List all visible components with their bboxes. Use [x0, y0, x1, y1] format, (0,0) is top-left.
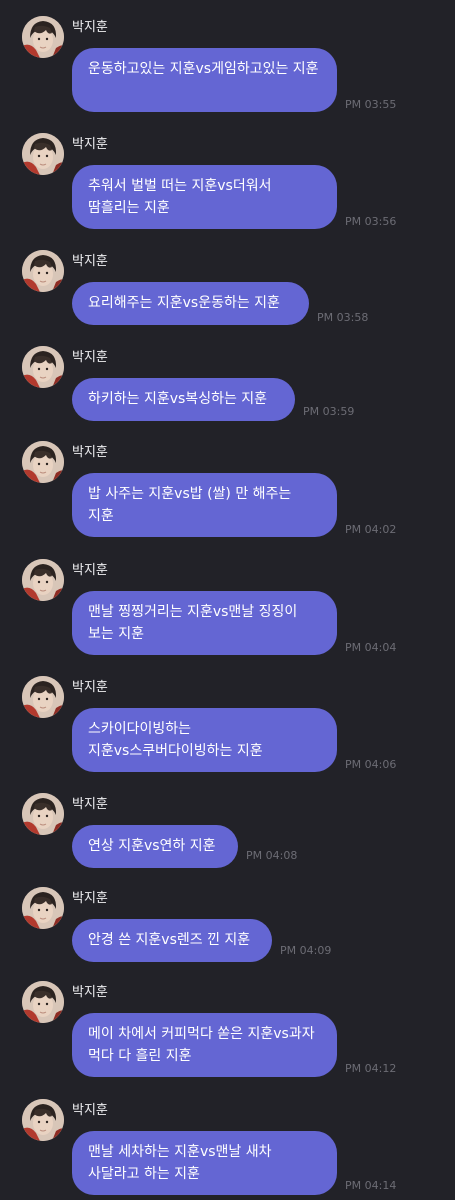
message-time: PM 04:09	[280, 944, 332, 957]
sender-name: 박지훈	[72, 20, 108, 35]
message-time: PM 03:59	[303, 405, 355, 418]
chat-message-list[interactable]: 박지훈 운동하고있는 지훈vs게임하고있는 지훈 PM 03:55 박지훈 추워…	[0, 0, 455, 1200]
avatar[interactable]	[22, 887, 64, 929]
message-bubble[interactable]: 추워서 벌벌 떠는 지훈vs더워서 땀흘리는 지훈	[72, 165, 337, 229]
avatar[interactable]	[22, 793, 64, 835]
sender-name: 박지훈	[72, 985, 108, 1000]
message-time: PM 04:08	[246, 849, 298, 862]
sender-name: 박지훈	[72, 254, 108, 269]
message-bubble[interactable]: 맨날 세차하는 지훈vs맨날 새차 사달라고 하는 지훈	[72, 1131, 337, 1195]
avatar[interactable]	[22, 133, 64, 175]
avatar[interactable]	[22, 250, 64, 292]
sender-name: 박지훈	[72, 445, 108, 460]
message-bubble[interactable]: 메이 차에서 커피먹다 쏟은 지훈vs과자 먹다 다 흘린 지훈	[72, 1013, 337, 1077]
sender-name: 박지훈	[72, 797, 108, 812]
sender-name: 박지훈	[72, 891, 108, 906]
message-bubble[interactable]: 운동하고있는 지훈vs게임하고있는 지훈	[72, 48, 337, 112]
sender-name: 박지훈	[72, 1103, 108, 1118]
message-bubble[interactable]: 밥 사주는 지훈vs밥 (쌀) 만 해주는 지훈	[72, 473, 337, 537]
message-time: PM 04:12	[345, 1062, 397, 1075]
message-time: PM 03:56	[345, 215, 397, 228]
sender-name: 박지훈	[72, 350, 108, 365]
message-time: PM 04:04	[345, 641, 397, 654]
avatar[interactable]	[22, 441, 64, 483]
message-bubble[interactable]: 하키하는 지훈vs복싱하는 지훈	[72, 378, 295, 421]
message-time: PM 04:02	[345, 523, 397, 536]
message-time: PM 04:06	[345, 758, 397, 771]
sender-name: 박지훈	[72, 563, 108, 578]
message-bubble[interactable]: 스카이다이빙하는 지훈vs스쿠버다이빙하는 지훈	[72, 708, 337, 772]
avatar[interactable]	[22, 16, 64, 58]
message-bubble[interactable]: 요리해주는 지훈vs운동하는 지훈	[72, 282, 309, 325]
avatar[interactable]	[22, 981, 64, 1023]
message-time: PM 04:14	[345, 1179, 397, 1192]
avatar[interactable]	[22, 559, 64, 601]
avatar[interactable]	[22, 1099, 64, 1141]
message-time: PM 03:58	[317, 311, 369, 324]
avatar[interactable]	[22, 676, 64, 718]
sender-name: 박지훈	[72, 137, 108, 152]
message-bubble[interactable]: 연상 지훈vs연하 지훈	[72, 825, 238, 868]
sender-name: 박지훈	[72, 680, 108, 695]
message-bubble[interactable]: 안경 쓴 지훈vs렌즈 낀 지훈	[72, 919, 272, 962]
message-bubble[interactable]: 맨날 찡찡거리는 지훈vs맨날 징징이 보는 지훈	[72, 591, 337, 655]
message-time: PM 03:55	[345, 98, 397, 111]
avatar[interactable]	[22, 346, 64, 388]
